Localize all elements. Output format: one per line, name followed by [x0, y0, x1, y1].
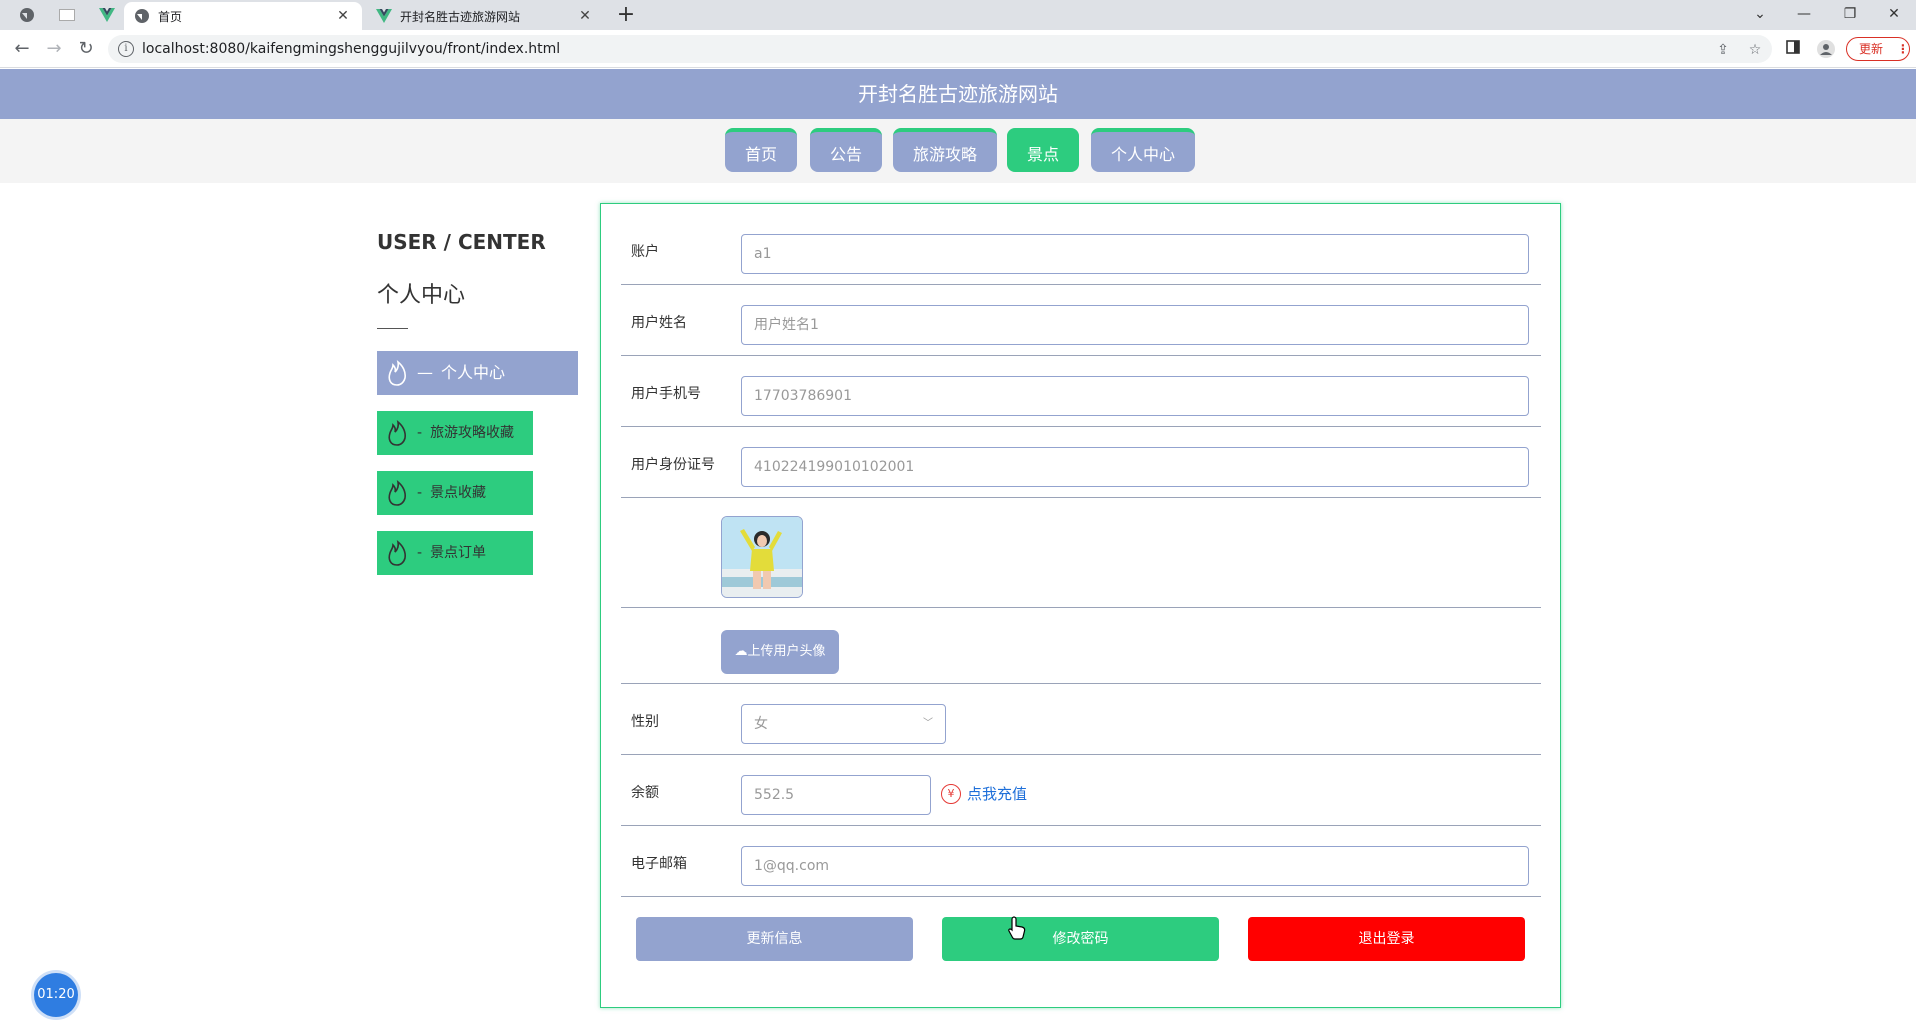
site-title: 开封名胜古迹旅游网站: [0, 69, 1916, 119]
hand-cursor-icon: [1008, 916, 1026, 940]
name-label: 用户姓名: [631, 315, 687, 331]
form-row-idcard: 用户身份证号 410224199010102001: [621, 427, 1541, 498]
page-icon: [59, 9, 75, 21]
vue-icon: [99, 8, 115, 22]
recording-timer: 01:20: [34, 973, 78, 1017]
chevron-down-icon: ﹀: [923, 718, 933, 729]
address-bar-row: ← → ↻ i localhost:8080/kaifengmingshengg…: [0, 30, 1916, 68]
reload-icon[interactable]: ↻: [74, 37, 98, 61]
more-vert-icon: ⋮: [1896, 42, 1909, 56]
globe-icon: [20, 8, 34, 22]
flame-icon: [388, 420, 406, 446]
recharge-link[interactable]: ¥ 点我充值: [941, 783, 1027, 804]
sidebar-item-label: 旅游攻略收藏: [430, 425, 515, 441]
idcard-input[interactable]: 410224199010102001: [741, 447, 1529, 487]
item-prefix: -: [417, 485, 423, 501]
site-info-icon[interactable]: i: [118, 41, 134, 57]
cloud-upload-icon: ☁: [734, 644, 748, 659]
tab-home[interactable]: 首页 ✕: [124, 2, 362, 30]
account-label: 账户: [631, 244, 659, 260]
sidebar-item-spot-orders[interactable]: - 景点订单: [377, 531, 533, 575]
gender-label: 性别: [631, 714, 659, 730]
back-arrow-icon[interactable]: ←: [10, 37, 34, 61]
sidebar-item-guide-favorites[interactable]: - 旅游攻略收藏: [377, 411, 533, 455]
globe-icon: [134, 8, 150, 24]
phone-input[interactable]: 17703786901: [741, 376, 1529, 416]
gender-select[interactable]: 女 ﹀: [741, 704, 946, 744]
tab-label: 首页: [158, 9, 183, 24]
form-row-name: 用户姓名 用户姓名1: [621, 285, 1541, 356]
recharge-label: 点我充值: [967, 785, 1028, 803]
balance-input[interactable]: 552.5: [741, 775, 931, 815]
item-prefix: -: [417, 545, 423, 561]
gender-value: 女: [754, 716, 768, 732]
tab-search-button[interactable]: ⌄: [1740, 2, 1780, 26]
sidebar-item-user-center[interactable]: — 个人中心: [377, 351, 578, 395]
divider: [377, 328, 408, 329]
restore-button[interactable]: ❐: [1830, 2, 1870, 26]
bookmark-star-icon[interactable]: ☆: [1746, 41, 1764, 59]
side-panel-icon[interactable]: [1784, 40, 1802, 58]
nav-scenic-spots[interactable]: 景点: [1007, 128, 1079, 172]
user-avatar: [721, 516, 803, 598]
close-window-button[interactable]: ✕: [1874, 2, 1914, 26]
nav-notice[interactable]: 公告: [810, 128, 882, 172]
flame-icon: [388, 360, 406, 386]
close-tab-icon[interactable]: ✕: [576, 8, 594, 24]
sidebar-item-label: 景点订单: [430, 545, 487, 561]
user-center-title: USER / CENTER: [377, 230, 546, 254]
user-center-subtitle: 个人中心: [377, 283, 466, 308]
form-row-gender: 性别 女 ﹀: [621, 684, 1541, 755]
change-password-button[interactable]: 修改密码: [942, 917, 1219, 961]
nav-home[interactable]: 首页: [725, 128, 797, 172]
tab-site[interactable]: 开封名胜古迹旅游网站 ✕: [366, 2, 604, 30]
pinned-tab-vue[interactable]: [94, 3, 120, 27]
yen-icon: ¥: [941, 783, 961, 804]
name-input[interactable]: 用户姓名1: [741, 305, 1529, 345]
upload-label: 上传用户头像: [747, 644, 826, 659]
email-label: 电子邮箱: [631, 856, 687, 872]
sidebar-item-label: 个人中心: [441, 363, 506, 382]
nav-user-center[interactable]: 个人中心: [1091, 128, 1195, 172]
sidebar-item-label: 景点收藏: [430, 485, 487, 501]
vue-icon: [376, 8, 392, 24]
close-tab-icon[interactable]: ✕: [334, 8, 352, 24]
omnibox[interactable]: i localhost:8080/kaifengmingshenggujilvy…: [108, 35, 1772, 63]
nav-travel-guide[interactable]: 旅游攻略: [893, 128, 997, 172]
form-row-account: 账户 a1: [621, 204, 1541, 285]
flame-icon: [388, 480, 406, 506]
flame-icon: [388, 540, 406, 566]
pinned-tab-blank[interactable]: [54, 3, 80, 27]
upload-avatar-button[interactable]: ☁上传用户头像: [721, 630, 839, 674]
url-text[interactable]: localhost:8080/kaifengmingshenggujilvyou…: [142, 35, 560, 63]
balance-label: 余额: [631, 785, 659, 801]
item-prefix: -: [417, 425, 423, 441]
new-tab-button[interactable]: +: [613, 3, 639, 27]
pinned-tab-globe[interactable]: [14, 3, 40, 27]
form-row-balance: 余额 552.5: [621, 755, 1541, 826]
idcard-label: 用户身份证号: [631, 457, 715, 473]
logout-button[interactable]: 退出登录: [1248, 917, 1525, 961]
phone-label: 用户手机号: [631, 386, 701, 402]
email-input[interactable]: 1@qq.com: [741, 846, 1529, 886]
browser-update-button[interactable]: 更新 ⋮: [1846, 37, 1910, 61]
form-row-email: 电子邮箱 1@qq.com: [621, 826, 1541, 897]
tab-label: 开封名胜古迹旅游网站: [400, 9, 521, 24]
sidebar-item-spot-favorites[interactable]: - 景点收藏: [377, 471, 533, 515]
profile-form-panel: 账户 a1 用户姓名 用户姓名1 用户手机号 17703786901 用户身份证…: [600, 203, 1561, 1008]
minimize-button[interactable]: —: [1784, 2, 1824, 26]
form-row-phone: 用户手机号 17703786901: [621, 356, 1541, 427]
update-label: 更新: [1859, 42, 1884, 56]
item-prefix: —: [417, 363, 433, 382]
browser-tab-bar: 首页 ✕ 开封名胜古迹旅游网站 ✕ + ⌄ — ❐ ✕: [0, 0, 1916, 30]
update-info-button[interactable]: 更新信息: [636, 917, 913, 961]
profile-icon[interactable]: [1817, 40, 1835, 58]
share-icon[interactable]: ⇪: [1714, 41, 1732, 59]
account-input[interactable]: a1: [741, 234, 1529, 274]
forward-arrow-icon[interactable]: →: [42, 37, 66, 61]
main-nav: 首页 公告 旅游攻略 景点 个人中心: [0, 119, 1916, 183]
